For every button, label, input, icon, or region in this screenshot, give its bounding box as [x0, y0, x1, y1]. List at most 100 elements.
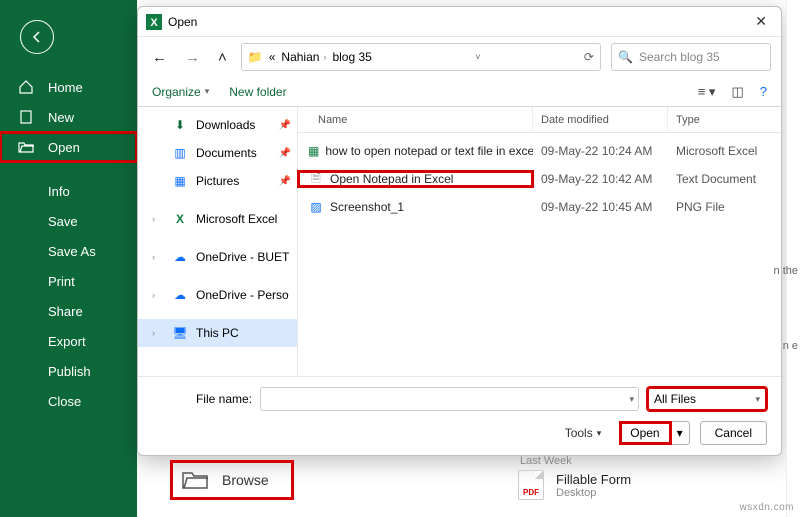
sidebar-label: Print — [48, 274, 75, 289]
file-row[interactable]: ▦ how to open notepad or text file in exc… — [298, 137, 781, 165]
sidebar-item-home[interactable]: Home — [0, 72, 137, 102]
organize-label: Organize — [152, 85, 201, 99]
file-name: how to open notepad or text file in exce… — [325, 144, 533, 158]
refresh-icon[interactable]: ⟳ — [584, 50, 594, 64]
sidebar-label: Publish — [48, 364, 91, 379]
help-icon[interactable]: ? — [760, 84, 767, 99]
open-dropdown-icon[interactable]: ▾ — [671, 426, 689, 440]
view-list-icon[interactable]: ≡ ▾ — [698, 84, 716, 100]
file-name-label: File name: — [152, 392, 252, 406]
tree-item-this-pc[interactable]: › 🖥 This PC — [138, 319, 297, 347]
file-type: Text Document — [668, 172, 781, 186]
nav-back-icon[interactable]: ← — [148, 47, 171, 68]
file-type-filter[interactable]: All Files▾ — [647, 387, 767, 411]
dialog-navbar: ← → ˄ 📁 « Nahian › blog 35 ˅ ⟳ 🔍 Search … — [138, 37, 781, 77]
file-type: PNG File — [668, 200, 781, 214]
tree-label: Downloads — [196, 118, 255, 132]
cancel-button[interactable]: Cancel — [700, 421, 767, 445]
sidebar-label: Export — [48, 334, 86, 349]
chevron-down-icon: ▾ — [755, 394, 760, 405]
sidebar-label: New — [48, 110, 74, 125]
open-folder-icon — [18, 139, 34, 155]
new-folder-button[interactable]: New folder — [229, 85, 286, 99]
documents-icon: ▥ — [172, 146, 188, 160]
file-row[interactable]: ▨Screenshot_1 09-May-22 10:45 AM PNG Fil… — [298, 193, 781, 221]
chevron-down-icon: ▾ — [597, 428, 602, 439]
sidebar-item-save-as[interactable]: Save As — [0, 236, 137, 266]
expand-icon[interactable]: › — [152, 214, 162, 224]
open-split-button[interactable]: Open ▾ — [619, 421, 689, 445]
sidebar-label: Info — [48, 184, 70, 199]
file-row[interactable]: 🗎Open Notepad in Excel 09-May-22 10:42 A… — [298, 165, 781, 193]
sidebar-item-print[interactable]: Print — [0, 266, 137, 296]
nav-forward-icon[interactable]: → — [181, 47, 204, 68]
tree-item-onedrive-personal[interactable]: ›☁OneDrive - Perso — [138, 281, 297, 309]
breadcrumb-label: blog 35 — [332, 50, 371, 64]
tree-item-pictures[interactable]: ▦Pictures📌 — [138, 167, 297, 195]
back-button[interactable] — [20, 20, 54, 54]
sidebar-item-save[interactable]: Save — [0, 206, 137, 236]
tree-label: This PC — [196, 326, 239, 340]
tree-item-downloads[interactable]: ⬇Downloads📌 — [138, 111, 297, 139]
expand-icon[interactable]: › — [152, 290, 162, 300]
file-name: Open Notepad in Excel — [330, 172, 453, 186]
tools-label: Tools — [565, 426, 593, 440]
new-icon — [18, 109, 34, 125]
tree-label: OneDrive - Perso — [196, 288, 289, 302]
open-button[interactable]: Open — [620, 422, 670, 444]
tree-item-documents[interactable]: ▥Documents📌 — [138, 139, 297, 167]
sidebar-label: Open — [48, 140, 80, 155]
expand-icon[interactable]: › — [152, 328, 162, 338]
sidebar-item-open[interactable]: Open — [0, 132, 137, 162]
file-date: 09-May-22 10:24 AM — [533, 144, 668, 158]
dialog-toolbar: Organize ▾ New folder ≡ ▾ ◫ ? — [138, 77, 781, 107]
address-bar[interactable]: 📁 « Nahian › blog 35 ˅ ⟳ — [241, 43, 601, 71]
chevron-down-icon[interactable]: ▾ — [629, 394, 634, 405]
sidebar-item-new[interactable]: New — [0, 102, 137, 132]
browse-button[interactable]: Browse — [172, 462, 292, 498]
dialog-title: Open — [168, 15, 749, 29]
sidebar-item-export[interactable]: Export — [0, 326, 137, 356]
chevron-down-icon: ▾ — [205, 86, 210, 97]
sidebar-label: Home — [48, 80, 83, 95]
breadcrumb[interactable]: Nahian › — [281, 50, 326, 64]
breadcrumb-overflow[interactable]: « — [269, 50, 276, 64]
recent-file-title: Fillable Form — [556, 472, 631, 487]
pin-icon: 📌 — [279, 148, 291, 159]
search-icon: 🔍 — [618, 50, 633, 64]
tree-item-excel[interactable]: ›XMicrosoft Excel — [138, 205, 297, 233]
preview-pane-icon[interactable]: ◫ — [731, 84, 743, 100]
address-dropdown-icon[interactable]: ˅ — [475, 52, 480, 62]
tree-label: Pictures — [196, 174, 239, 188]
cloud-icon: ☁ — [172, 250, 188, 264]
expand-icon[interactable]: › — [152, 252, 162, 262]
organize-menu[interactable]: Organize ▾ — [152, 85, 209, 99]
tools-menu[interactable]: Tools ▾ — [565, 426, 602, 440]
tree-label: Microsoft Excel — [196, 212, 277, 226]
column-name[interactable]: Name — [298, 107, 533, 132]
recent-file-item[interactable]: PDF Fillable Form Desktop — [518, 470, 631, 500]
sidebar-item-close[interactable]: Close — [0, 386, 137, 416]
sidebar-item-share[interactable]: Share — [0, 296, 137, 326]
breadcrumb[interactable]: blog 35 — [332, 50, 371, 64]
sidebar-item-publish[interactable]: Publish — [0, 356, 137, 386]
column-type[interactable]: Type — [668, 107, 781, 132]
excel-file-icon: ▦ — [308, 143, 319, 159]
sidebar-item-info[interactable]: Info — [0, 176, 137, 206]
breadcrumb-label: Nahian — [281, 50, 319, 64]
column-date[interactable]: Date modified — [533, 107, 668, 132]
recent-section-header: Last Week — [520, 455, 572, 467]
column-headers: Name Date modified Type — [298, 107, 781, 133]
tree-item-onedrive-buet[interactable]: ›☁OneDrive - BUET — [138, 243, 297, 271]
nav-up-icon[interactable]: ˄ — [214, 47, 231, 68]
clipped-text: n e — [783, 340, 798, 352]
right-clipped-edge — [786, 0, 800, 517]
file-name: Screenshot_1 — [330, 200, 404, 214]
file-date: 09-May-22 10:42 AM — [533, 172, 668, 186]
search-input[interactable]: 🔍 Search blog 35 — [611, 43, 771, 71]
close-icon[interactable]: ✕ — [749, 11, 773, 32]
this-pc-icon: 🖥 — [172, 326, 188, 340]
home-icon — [18, 79, 34, 95]
file-name-input[interactable]: ▾ — [260, 387, 639, 411]
sidebar-label: Close — [48, 394, 81, 409]
